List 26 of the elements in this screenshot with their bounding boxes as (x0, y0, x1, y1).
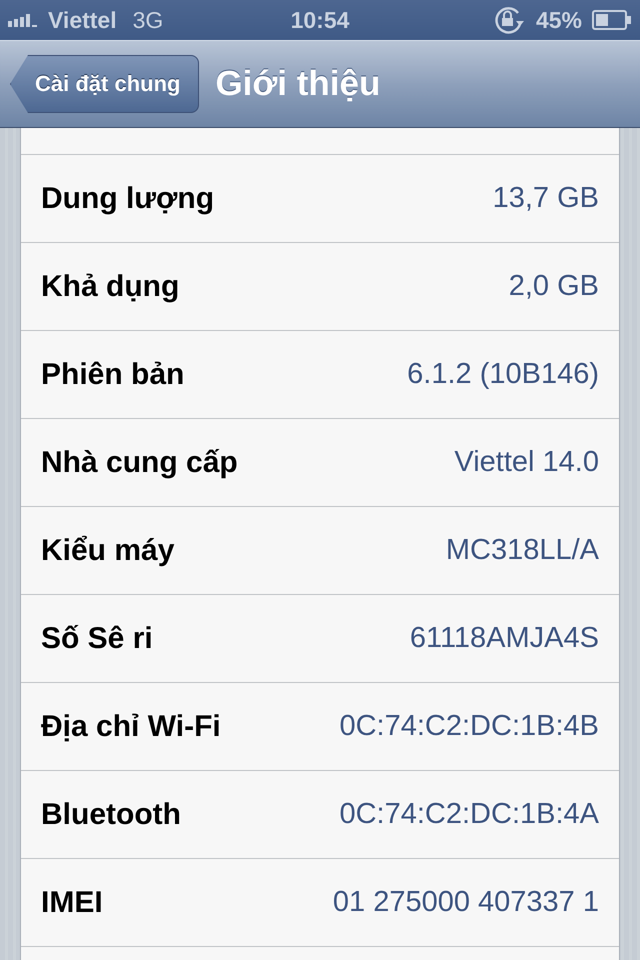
page-title: Giới thiệu (215, 64, 380, 104)
row-value: MC318LL/A (446, 534, 599, 567)
carrier-name: Viettel (48, 6, 117, 34)
row-value: 01 275000 407337 1 (332, 886, 599, 919)
row-value: 0C:74:C2:DC:1B:4A (339, 798, 599, 831)
row-label: Địa chỉ Wi-Fi (41, 710, 221, 744)
row-label: Kiểu máy (41, 534, 174, 568)
signal-icon (8, 13, 38, 27)
row-value: Viettel 14.0 (454, 446, 599, 479)
row-label: Phiên bản (41, 358, 184, 392)
network-type: 3G (132, 6, 164, 34)
back-button[interactable]: Cài đặt chung (10, 55, 200, 113)
row-value: 2,0 GB (508, 270, 599, 303)
row-value: 13,7 GB (492, 182, 599, 215)
row-value: 61118AMJA4S (410, 622, 599, 655)
row-label: Nhà cung cấp (41, 446, 238, 480)
clock-time: 10:54 (290, 6, 350, 34)
row-label: IMEI (41, 886, 103, 920)
battery-percent: 45% (536, 6, 582, 34)
row-label: Dung lượng (41, 182, 214, 216)
row-label: Bluetooth (41, 798, 181, 832)
row-label: Số Sê ri (41, 622, 153, 656)
row-value: 0C:74:C2:DC:1B:4B (339, 710, 599, 743)
battery-icon (592, 10, 632, 30)
row-value: 6.1.2 (10B146) (407, 358, 599, 391)
row-label: Khả dụng (41, 270, 180, 304)
